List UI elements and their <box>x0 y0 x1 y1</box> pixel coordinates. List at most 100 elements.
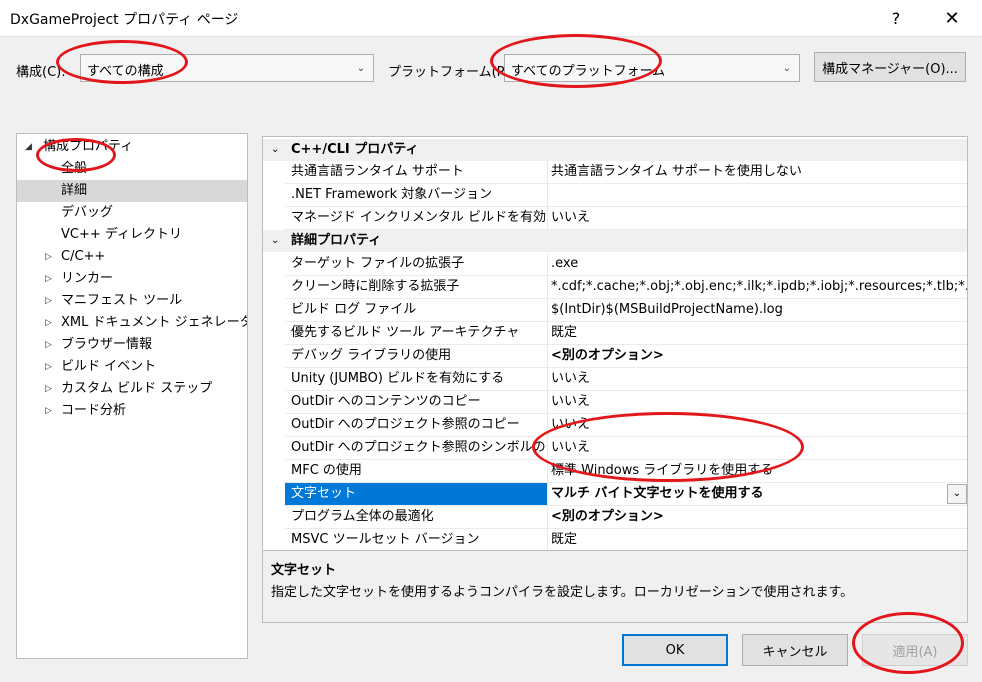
property-name: クリーン時に削除する拡張子 <box>291 279 460 294</box>
tree-item-label: カスタム ビルド ステップ <box>61 381 213 396</box>
property-row[interactable]: 優先するビルド ツール アーキテクチャ 既定 <box>285 322 967 345</box>
tree-item-debugging[interactable]: デバッグ <box>17 202 247 224</box>
property-name: 文字セット <box>285 483 547 505</box>
title-bar: DxGameProject プロパティ ページ ? ✕ <box>0 0 982 36</box>
expand-icon[interactable]: ▷ <box>45 268 57 290</box>
config-manager-button[interactable]: 構成マネージャー(O)... <box>814 52 966 82</box>
category-cli[interactable]: ⌄ C++/CLI プロパティ <box>263 139 967 161</box>
property-value: $(IntDir)$(MSBuildProjectName).log <box>551 302 783 317</box>
tree-item-label: マニフェスト ツール <box>61 293 183 308</box>
property-grid: ⌄ C++/CLI プロパティ 共通言語ランタイム サポート 共通言語ランタイム … <box>262 136 968 552</box>
property-row[interactable]: MSVC ツールセット バージョン 既定 <box>285 529 967 551</box>
tree-item-vc-directories[interactable]: VC++ ディレクトリ <box>17 224 247 246</box>
property-row[interactable]: ビルド ログ ファイル $(IntDir)$(MSBuildProjectName… <box>285 299 967 322</box>
description-text: 指定した文字セットを使用するようコンパイラを設定します。ローカリゼーションで使用… <box>271 585 854 600</box>
chevron-down-icon[interactable]: ⌄ <box>271 230 279 252</box>
property-name: プログラム全体の最適化 <box>291 509 434 524</box>
tree-item-browse-info[interactable]: ▷ ブラウザー情報 <box>17 334 247 356</box>
property-value: いいえ <box>551 394 591 409</box>
property-row[interactable]: 共通言語ランタイム サポート 共通言語ランタイム サポートを使用しない <box>285 161 967 184</box>
property-name: 共通言語ランタイム サポート <box>291 164 464 179</box>
property-row[interactable]: .NET Framework 対象バージョン <box>285 184 967 207</box>
property-value: マルチ バイト文字セットを使用する <box>551 486 764 501</box>
expand-icon[interactable]: ▷ <box>45 400 57 422</box>
cancel-button[interactable]: キャンセル <box>742 634 848 666</box>
tree-item-c-cpp[interactable]: ▷ C/C++ <box>17 246 247 268</box>
chevron-down-icon: ⌄ <box>782 62 792 74</box>
expand-icon[interactable]: ▷ <box>45 378 57 400</box>
tree-item-label: コード分析 <box>61 403 127 418</box>
tree-item-label: XML ドキュメント ジェネレーター <box>61 315 248 330</box>
apply-button[interactable]: 適用(A) <box>862 634 968 666</box>
property-value: 標準 Windows ライブラリを使用する <box>551 463 774 478</box>
tree-item-xml-doc[interactable]: ▷ XML ドキュメント ジェネレーター <box>17 312 247 334</box>
chevron-down-icon[interactable]: ⌄ <box>271 139 279 161</box>
property-name: MFC の使用 <box>291 463 362 478</box>
tree-root[interactable]: ◢ 構成プロパティ <box>17 136 247 158</box>
tree-item-label: リンカー <box>61 271 114 286</box>
property-value: *.cdf;*.cache;*.obj;*.obj.enc;*.ilk;*.ip… <box>551 279 968 294</box>
tree-root-label: 構成プロパティ <box>43 139 134 154</box>
property-value: .exe <box>551 256 579 271</box>
expand-icon[interactable]: ▷ <box>45 246 57 268</box>
tree-item-custom-build-step[interactable]: ▷ カスタム ビルド ステップ <box>17 378 247 400</box>
property-row[interactable]: OutDir へのプロジェクト参照のシンボルのコピーいいえ <box>285 437 967 460</box>
property-value: <別のオプション> <box>551 348 664 363</box>
property-name: ターゲット ファイルの拡張子 <box>291 256 465 271</box>
category-advanced[interactable]: ⌄ 詳細プロパティ <box>263 230 967 252</box>
property-name: .NET Framework 対象バージョン <box>291 187 492 202</box>
tree-item-label: 詳細 <box>61 183 88 198</box>
config-select-value: すべての構成 <box>87 64 164 79</box>
property-row[interactable]: Unity (JUMBO) ビルドを有効にする いいえ <box>285 368 967 391</box>
property-name: Unity (JUMBO) ビルドを有効にする <box>291 371 505 386</box>
property-value: 共通言語ランタイム サポートを使用しない <box>551 164 802 179</box>
property-value: いいえ <box>551 210 591 225</box>
property-row[interactable]: ターゲット ファイルの拡張子 .exe <box>285 253 967 276</box>
tree-item-label: VC++ ディレクトリ <box>61 227 182 242</box>
property-row[interactable]: MFC の使用 標準 Windows ライブラリを使用する <box>285 460 967 483</box>
expand-icon[interactable]: ▷ <box>45 356 57 378</box>
tree-item-label: デバッグ <box>61 205 114 220</box>
config-select[interactable]: すべての構成 ⌄ <box>80 54 374 82</box>
property-name: マネージド インクリメンタル ビルドを有効にする <box>291 210 547 225</box>
platform-select[interactable]: すべてのプラットフォーム ⌄ <box>504 54 800 82</box>
property-row[interactable]: クリーン時に削除する拡張子 *.cdf;*.cache;*.obj;*.obj.e… <box>285 276 967 299</box>
property-name: ビルド ログ ファイル <box>291 302 417 317</box>
tree-item-linker[interactable]: ▷ リンカー <box>17 268 247 290</box>
property-value: <別のオプション> <box>551 509 664 524</box>
description-panel: 文字セット 指定した文字セットを使用するようコンパイラを設定します。ローカリゼー… <box>262 550 968 623</box>
tree-item-general[interactable]: 全般 <box>17 158 247 180</box>
collapse-icon[interactable]: ◢ <box>25 136 37 158</box>
help-button[interactable]: ? <box>878 4 914 32</box>
expand-icon[interactable]: ▷ <box>45 312 57 334</box>
dialog-content: 構成(C): すべての構成 ⌄ プラットフォーム(P): すべてのプラットフォー… <box>0 36 982 682</box>
ok-button[interactable]: OK <box>622 634 728 666</box>
property-row[interactable]: デバッグ ライブラリの使用 <別のオプション> <box>285 345 967 368</box>
property-value: 既定 <box>551 532 578 547</box>
property-name: MSVC ツールセット バージョン <box>291 532 480 547</box>
tree-item-label: ビルド イベント <box>61 359 157 374</box>
platform-label: プラットフォーム(P): <box>388 65 514 80</box>
property-value: いいえ <box>551 371 591 386</box>
property-row[interactable]: プログラム全体の最適化 <別のオプション> <box>285 506 967 529</box>
tree-item-code-analysis[interactable]: ▷ コード分析 <box>17 400 247 422</box>
property-row[interactable]: OutDir へのコンテンツのコピー いいえ <box>285 391 967 414</box>
expand-icon[interactable]: ▷ <box>45 290 57 312</box>
property-value: いいえ <box>551 417 591 432</box>
property-value: いいえ <box>551 440 591 455</box>
property-row-character-set[interactable]: 文字セット マルチ バイト文字セットを使用する ⌄ <box>285 483 967 506</box>
chevron-down-icon[interactable]: ⌄ <box>947 484 967 504</box>
close-button[interactable]: ✕ <box>934 4 970 32</box>
tree-item-build-events[interactable]: ▷ ビルド イベント <box>17 356 247 378</box>
property-row[interactable]: マネージド インクリメンタル ビルドを有効にするいいえ <box>285 207 967 230</box>
property-name: OutDir へのコンテンツのコピー <box>291 394 481 409</box>
property-name: OutDir へのプロジェクト参照のシンボルのコピー <box>291 440 547 455</box>
tree-item-label: ブラウザー情報 <box>61 337 153 352</box>
tree-item-manifest-tool[interactable]: ▷ マニフェスト ツール <box>17 290 247 312</box>
property-row[interactable]: OutDir へのプロジェクト参照のコピー いいえ <box>285 414 967 437</box>
property-value: 既定 <box>551 325 578 340</box>
platform-select-value: すべてのプラットフォーム <box>511 64 666 79</box>
expand-icon[interactable]: ▷ <box>45 334 57 356</box>
property-tree: ◢ 構成プロパティ 全般 詳細 デバッグ VC++ ディレクトリ ▷ C/C++ … <box>16 133 248 659</box>
tree-item-advanced[interactable]: 詳細 <box>17 180 247 202</box>
